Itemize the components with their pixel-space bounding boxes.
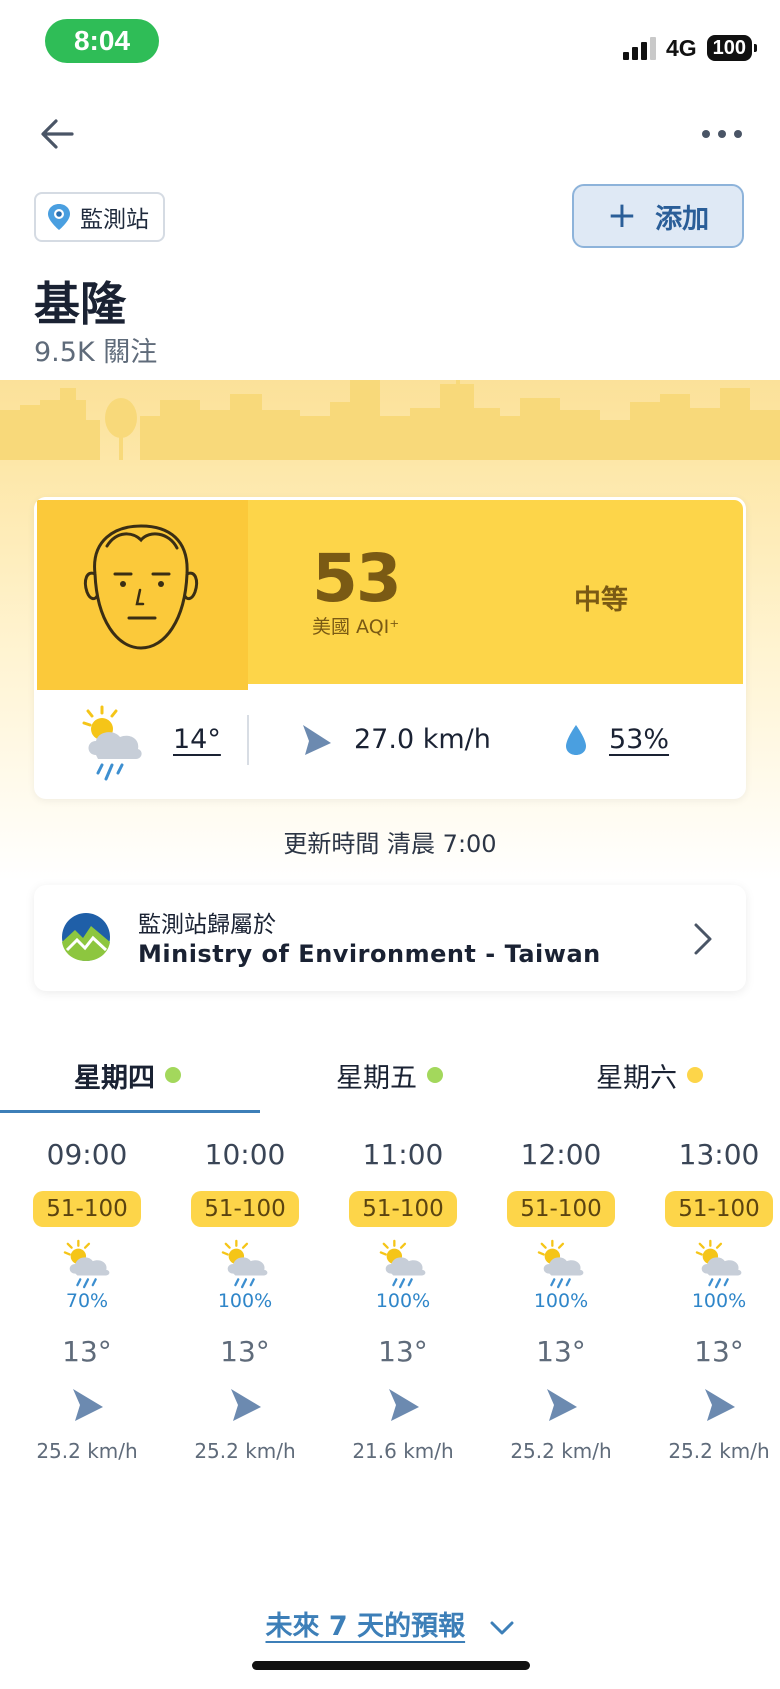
tab-friday[interactable]: 星期五 bbox=[336, 1040, 443, 1110]
plus-icon: + bbox=[606, 195, 638, 236]
station-chip[interactable]: 監測站 bbox=[34, 192, 165, 242]
hourly-item: 11:00 51-100 100% 13° 21.6 km/h bbox=[338, 1135, 468, 1463]
hour-time: 11:00 bbox=[362, 1138, 444, 1171]
hour-wind-speed: 25.2 km/h bbox=[510, 1439, 612, 1463]
hour-time: 12:00 bbox=[520, 1138, 602, 1171]
partly-sunny-rain-icon bbox=[537, 1239, 584, 1289]
aqi-dot-icon bbox=[165, 1067, 181, 1083]
aqi-range-badge: 51-100 bbox=[349, 1191, 457, 1227]
divider bbox=[247, 715, 249, 765]
station-owner-card[interactable]: 監測站歸屬於 Ministry of Environment - Taiwan bbox=[34, 885, 746, 991]
tab-saturday[interactable]: 星期六 bbox=[596, 1040, 703, 1110]
location-pin-icon bbox=[48, 204, 70, 230]
partly-sunny-rain-icon bbox=[221, 1239, 268, 1289]
aqi-summary: 53 美國 AQI⁺ 中等 bbox=[34, 497, 746, 690]
aqi-dot-icon bbox=[427, 1067, 443, 1083]
ministry-logo-icon bbox=[62, 913, 110, 961]
rain-chance: 100% bbox=[533, 1290, 589, 1312]
hourly-item: 09:00 51-100 70% 13° 25.2 km/h bbox=[22, 1135, 152, 1463]
aqi-value: 53 bbox=[312, 540, 402, 617]
day-tabs: 星期四 星期五 星期六 bbox=[0, 1040, 780, 1113]
hour-time: 09:00 bbox=[46, 1138, 128, 1171]
status-indicators: 4G 100 bbox=[622, 30, 758, 66]
add-button-label: 添加 bbox=[655, 203, 710, 235]
station-chip-label: 監測站 bbox=[80, 207, 149, 233]
battery-indicator: 100 bbox=[706, 35, 758, 61]
wind-direction-icon bbox=[73, 1389, 103, 1421]
aqi-range-badge: 51-100 bbox=[665, 1191, 773, 1227]
add-button[interactable]: + 添加 bbox=[572, 184, 744, 248]
wind-direction-icon bbox=[303, 725, 331, 755]
page-title: 基隆 bbox=[34, 277, 126, 331]
station-owner-caption: 監測站歸屬於 bbox=[138, 912, 276, 938]
status-time: 8:04 bbox=[45, 19, 159, 63]
rain-chance: 100% bbox=[375, 1290, 431, 1312]
updated-time: 更新時間 清晨 7:00 bbox=[283, 830, 497, 858]
face-illustration bbox=[37, 500, 248, 690]
followers-count: 9.5K 關注 bbox=[34, 337, 158, 368]
partly-sunny-rain-icon bbox=[695, 1239, 742, 1289]
partly-sunny-rain-icon bbox=[379, 1239, 426, 1289]
hour-wind-speed: 21.6 km/h bbox=[352, 1439, 454, 1463]
tab-label: 星期五 bbox=[336, 1062, 417, 1094]
arrow-left-icon bbox=[41, 119, 74, 149]
hour-temperature: 13° bbox=[220, 1335, 270, 1368]
signal-icon bbox=[622, 36, 656, 60]
hour-temperature: 13° bbox=[378, 1335, 428, 1368]
aqi-level: 中等 bbox=[574, 585, 628, 616]
hour-temperature: 13° bbox=[62, 1335, 112, 1368]
active-tab-indicator bbox=[0, 1110, 260, 1113]
network-type: 4G bbox=[665, 34, 697, 61]
face-neutral-icon bbox=[83, 524, 199, 650]
hour-wind-speed: 25.2 km/h bbox=[36, 1439, 138, 1463]
hour-time: 13:00 bbox=[678, 1138, 760, 1171]
rain-chance: 100% bbox=[691, 1290, 747, 1312]
current-humidity[interactable]: 53% bbox=[609, 724, 669, 755]
station-owner-name: Ministry of Environment - Taiwan bbox=[138, 940, 601, 968]
humidity-drop-icon bbox=[566, 725, 586, 755]
chevron-right-icon bbox=[694, 923, 712, 955]
aqi-range-badge: 51-100 bbox=[33, 1191, 141, 1227]
hourly-item: 12:00 51-100 100% 13° 25.2 km/h bbox=[496, 1135, 626, 1463]
more-options-button[interactable] bbox=[700, 122, 744, 146]
more-horizontal-icon bbox=[702, 130, 742, 138]
hour-wind-speed: 25.2 km/h bbox=[668, 1439, 770, 1463]
seven-day-forecast-label: 未來 7 天的預報 bbox=[265, 1611, 466, 1642]
tab-label: 星期四 bbox=[74, 1062, 155, 1094]
wind-direction-icon bbox=[547, 1389, 577, 1421]
back-button[interactable] bbox=[36, 112, 80, 156]
aqi-range-badge: 51-100 bbox=[191, 1191, 299, 1227]
hour-time: 10:00 bbox=[204, 1138, 286, 1171]
wind-direction-icon bbox=[389, 1389, 419, 1421]
partly-sunny-rain-icon bbox=[63, 1239, 110, 1289]
current-temperature[interactable]: 14° bbox=[173, 724, 221, 755]
hourly-item: 10:00 51-100 100% 13° 25.2 km/h bbox=[180, 1135, 310, 1463]
aqi-dot-icon bbox=[687, 1067, 703, 1083]
aqi-label: 美國 AQI⁺ bbox=[312, 616, 400, 638]
city-skyline-illustration bbox=[0, 380, 780, 460]
wind-direction-icon bbox=[231, 1389, 261, 1421]
hour-temperature: 13° bbox=[536, 1335, 586, 1368]
current-wind-speed: 27.0 km/h bbox=[354, 724, 491, 755]
hourly-item: 13:00 51-100 100% 13° 25.2 km/h bbox=[654, 1135, 780, 1463]
hour-temperature: 13° bbox=[694, 1335, 744, 1368]
tab-thursday[interactable]: 星期四 bbox=[74, 1040, 181, 1110]
current-weather: 14° 27.0 km/h 53% bbox=[34, 687, 746, 799]
home-indicator bbox=[252, 1661, 530, 1670]
rain-chance: 70% bbox=[65, 1290, 109, 1312]
aqi-card[interactable]: 53 美國 AQI⁺ 中等 14° 27.0 km/h 53% bbox=[34, 497, 746, 799]
rain-chance: 100% bbox=[217, 1290, 273, 1312]
tab-label: 星期六 bbox=[596, 1062, 677, 1094]
seven-day-forecast-link[interactable]: 未來 7 天的預報 bbox=[0, 1604, 780, 1643]
wind-direction-icon bbox=[705, 1389, 735, 1421]
partly-sunny-rain-icon bbox=[82, 705, 142, 781]
chevron-down-icon bbox=[490, 1621, 513, 1634]
hour-wind-speed: 25.2 km/h bbox=[194, 1439, 296, 1463]
aqi-range-badge: 51-100 bbox=[507, 1191, 615, 1227]
